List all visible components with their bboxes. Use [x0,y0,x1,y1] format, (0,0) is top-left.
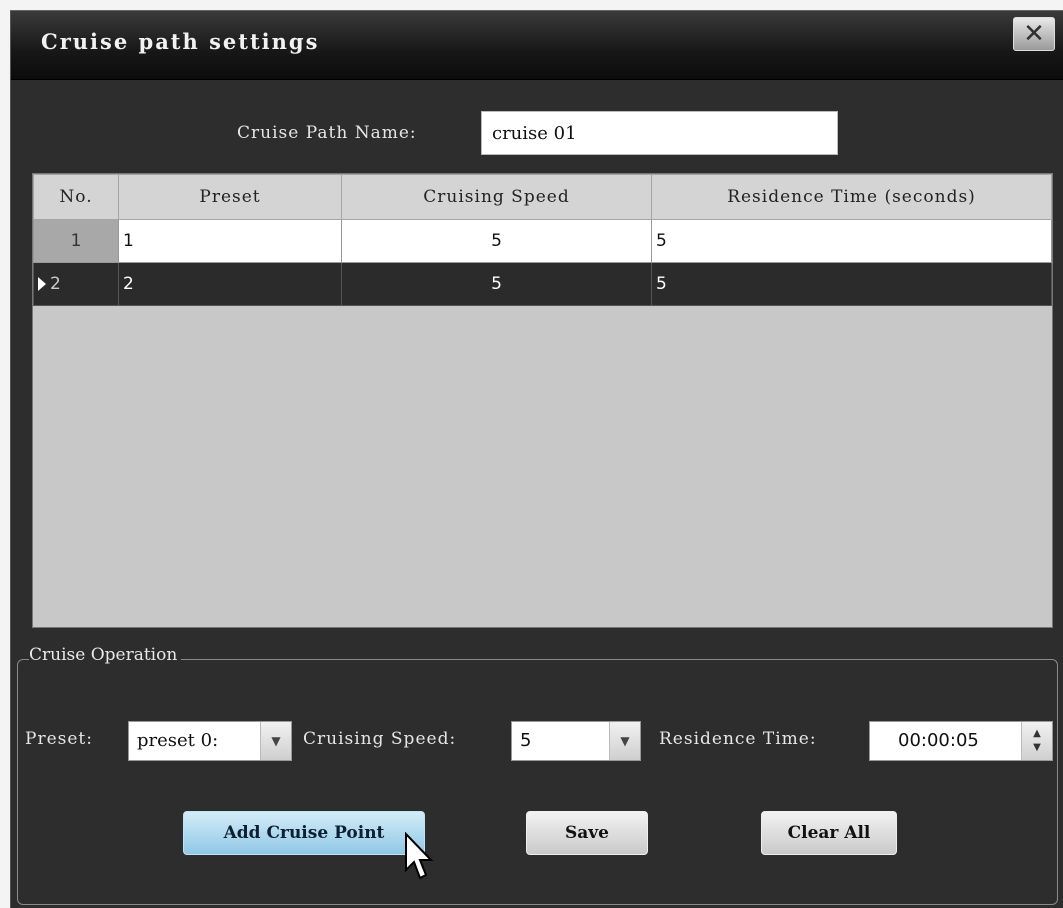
residence-time-label: Residence Time: [659,729,817,749]
spin-down-icon[interactable]: ▼ [1033,741,1041,755]
speed-cell[interactable]: 5 [341,219,652,263]
cruise-path-dialog: Cruise path settings ✕ Cruise Path Name:… [10,10,1063,908]
row-number: 2 [50,274,61,294]
preset-value: preset 0: [137,730,219,751]
column-header-no[interactable]: No. [33,174,119,220]
row-number-cell[interactable]: 2 [33,262,119,306]
speed-dropdown[interactable]: 5 ▼ [511,721,641,761]
table-header: No. Preset Cruising Speed Residence Time… [33,174,1052,220]
column-header-preset[interactable]: Preset [118,174,342,220]
preset-dropdown[interactable]: preset 0: ▼ [128,721,292,761]
spin-up-icon[interactable]: ▲ [1033,727,1041,741]
chevron-down-icon[interactable]: ▼ [609,722,640,760]
close-button[interactable]: ✕ [1013,17,1055,51]
preset-cell[interactable]: 1 [118,219,342,263]
row-number: 1 [70,231,82,251]
cruise-operation-legend: Cruise Operation [29,645,182,665]
cruise-points-table: No. Preset Cruising Speed Residence Time… [32,173,1053,628]
column-header-speed[interactable]: Cruising Speed [341,174,652,220]
residence-time-value: 00:00:05 [898,730,979,751]
table-row[interactable]: 2 2 5 5 [33,262,1052,306]
add-cruise-point-button[interactable]: Add Cruise Point [183,811,425,855]
residence-time-spinner[interactable]: 00:00:05 ▲ ▼ [869,721,1053,761]
close-icon: ✕ [1023,19,1045,49]
path-name-row: Cruise Path Name: [11,111,1063,157]
preset-cell[interactable]: 2 [118,262,342,306]
mouse-cursor-icon [405,832,434,880]
column-header-time[interactable]: Residence Time (seconds) [651,174,1052,220]
time-cell[interactable]: 5 [651,262,1052,306]
title-bar[interactable]: Cruise path settings ✕ [11,11,1063,80]
dialog-title: Cruise path settings [41,29,320,54]
spin-buttons[interactable]: ▲ ▼ [1021,722,1052,760]
cruise-operation-group [17,659,1058,905]
clear-all-button[interactable]: Clear All [761,811,897,855]
chevron-down-icon[interactable]: ▼ [260,722,291,760]
time-cell[interactable]: 5 [651,219,1052,263]
speed-value: 5 [520,730,532,751]
path-name-input[interactable] [481,111,838,155]
save-button[interactable]: Save [526,811,648,855]
path-name-label: Cruise Path Name: [237,123,417,143]
speed-cell[interactable]: 5 [341,262,652,306]
speed-label: Cruising Speed: [303,729,457,749]
preset-label: Preset: [25,729,93,749]
row-number-cell[interactable]: 1 [33,219,119,263]
row-pointer-icon [38,277,46,291]
table-row[interactable]: 1 1 5 5 [33,219,1052,263]
